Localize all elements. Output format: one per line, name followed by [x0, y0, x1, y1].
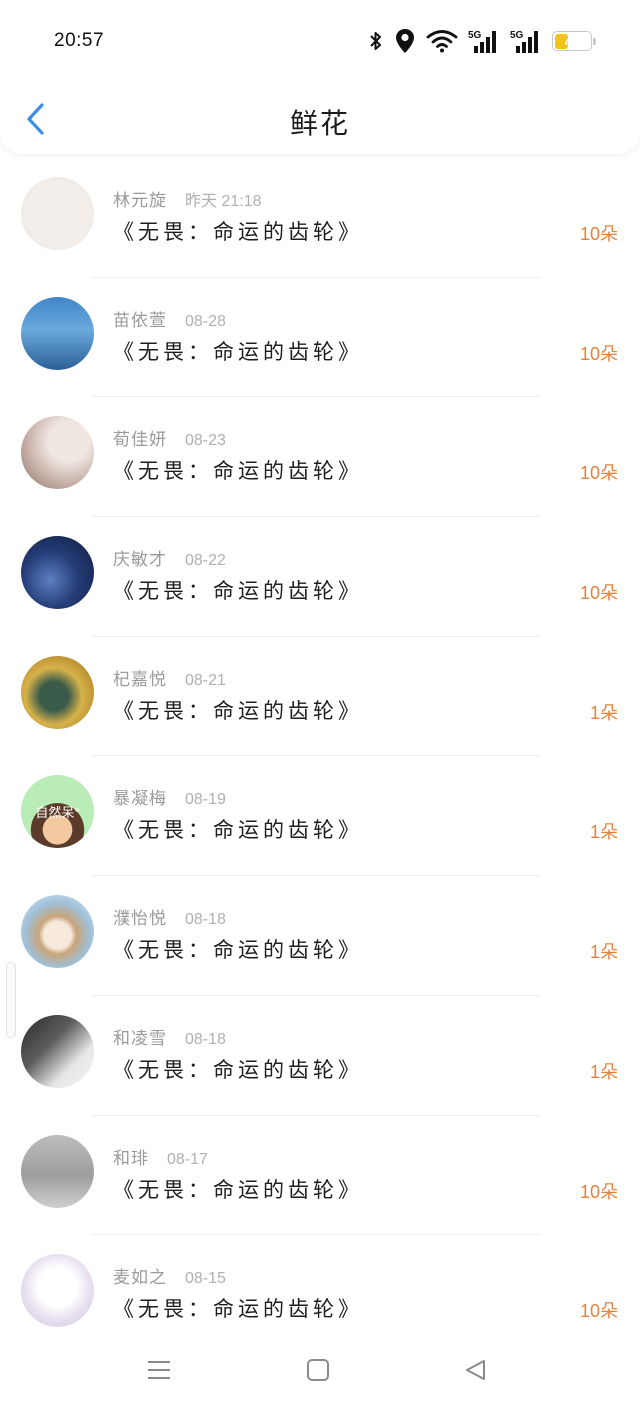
send-time: 08-22 — [185, 552, 226, 570]
send-time: 08-18 — [185, 1030, 226, 1048]
sender-name: 麦如之 — [113, 1268, 167, 1289]
nav-header: 鲜花 — [0, 84, 640, 154]
signal-5g-icon: 5G — [510, 28, 542, 54]
status-time: 20:57 — [54, 30, 105, 51]
flower-count: 1朵 — [589, 1061, 618, 1082]
battery-level: 43 — [564, 33, 580, 49]
flower-count: 1朵 — [589, 822, 618, 843]
meta-line: 和琲 08-17 — [113, 1144, 208, 1169]
send-time: 08-21 — [185, 671, 226, 689]
flower-count: 10朵 — [579, 224, 618, 244]
battery-tip — [593, 38, 596, 45]
meta-line: 暴凝梅 08-19 — [113, 784, 226, 809]
book-title: 《无畏：命运的齿轮》 — [113, 220, 363, 244]
status-bar: 20:57 5G 5G 43 — [0, 0, 640, 84]
send-time: 08-23 — [185, 432, 226, 450]
book-title: 《无畏：命运的齿轮》 — [113, 459, 363, 484]
avatar[interactable] — [21, 1134, 94, 1208]
book-title: 《无畏：命运的齿轮》 — [113, 698, 363, 723]
meta-line: 荀佳妍 08-23 — [113, 425, 226, 450]
send-time: 昨天 21:18 — [185, 193, 262, 210]
list-item[interactable]: 苗依萱 08-28 《无畏：命运的齿轮》 10朵 — [0, 278, 640, 398]
list-item[interactable]: 荀佳妍 08-23 《无畏：命运的齿轮》 10朵 — [0, 397, 640, 518]
list-item[interactable]: 自然呆° 暴凝梅 08-19 《无畏：命运的齿轮》 1朵 — [0, 756, 640, 877]
scrollbar-thumb[interactable] — [6, 962, 16, 1038]
sender-name: 和琲 — [113, 1148, 149, 1169]
list-item[interactable]: 林元旋 昨天 21:18 《无畏：命运的齿轮》 10朵 — [0, 158, 640, 278]
avatar[interactable] — [21, 1254, 94, 1328]
meta-line: 和凌雪 08-18 — [113, 1024, 226, 1049]
list-item[interactable]: 濮怡悦 08-18 《无畏：命运的齿轮》 1朵 — [0, 876, 640, 996]
page-title: 鲜花 — [289, 107, 350, 140]
screen: 20:57 5G 5G 43 鲜花 林元旋 昨天 21:18 《无畏：命运的齿轮… — [0, 0, 640, 1406]
send-time: 08-28 — [185, 312, 226, 330]
book-title: 《无畏：命运的齿轮》 — [113, 818, 363, 843]
flower-count: 10朵 — [579, 463, 618, 484]
flower-count: 10朵 — [579, 1181, 618, 1202]
network-label: 5G — [510, 30, 524, 41]
location-icon — [394, 28, 416, 54]
meta-line: 林元旋 昨天 21:18 — [113, 186, 262, 211]
book-title: 《无畏：命运的齿轮》 — [113, 339, 363, 364]
send-time: 08-17 — [167, 1150, 208, 1168]
network-label: 5G — [468, 30, 482, 41]
book-title: 《无畏：命运的齿轮》 — [113, 1177, 363, 1202]
sender-name: 和凌雪 — [113, 1028, 167, 1049]
signal-5g-icon: 5G — [468, 28, 500, 54]
avatar[interactable] — [21, 416, 94, 490]
status-icons: 5G 5G 43 — [368, 27, 596, 55]
avatar[interactable] — [21, 1014, 94, 1088]
book-title: 《无畏：命运的齿轮》 — [113, 579, 363, 604]
list-item[interactable]: 和凌雪 08-18 《无畏：命运的齿轮》 1朵 — [0, 996, 640, 1116]
send-time: 08-15 — [185, 1270, 226, 1288]
sender-name: 荀佳妍 — [113, 430, 167, 451]
home-button[interactable] — [300, 1352, 336, 1388]
flower-list: 林元旋 昨天 21:18 《无畏：命运的齿轮》 10朵 苗依萱 08-28 《无… — [0, 158, 640, 1355]
avatar[interactable] — [21, 177, 94, 250]
menu-button[interactable] — [141, 1352, 177, 1388]
sender-name: 苗依萱 — [113, 310, 167, 331]
list-item[interactable]: 杞嘉悦 08-21 《无畏：命运的齿轮》 1朵 — [0, 637, 640, 757]
list-item[interactable]: 和琲 08-17 《无畏：命运的齿轮》 10朵 — [0, 1116, 640, 1236]
meta-line: 麦如之 08-15 — [113, 1263, 226, 1288]
sender-name: 杞嘉悦 — [113, 669, 167, 690]
book-title: 《无畏：命运的齿轮》 — [113, 1057, 363, 1082]
avatar[interactable] — [21, 655, 94, 729]
flower-count: 10朵 — [579, 343, 618, 364]
send-time: 08-18 — [185, 911, 226, 929]
battery-icon: 43 — [552, 31, 596, 51]
send-time: 08-19 — [185, 791, 226, 809]
wifi-icon — [426, 29, 458, 53]
avatar[interactable]: 自然呆° — [21, 775, 94, 849]
back-triangle-icon — [466, 1360, 485, 1380]
avatar[interactable] — [21, 895, 94, 969]
bluetooth-icon — [368, 29, 384, 53]
bottom-navigation — [0, 1330, 640, 1406]
flower-count: 1朵 — [589, 942, 618, 963]
book-title: 《无畏：命运的齿轮》 — [113, 938, 363, 963]
sender-name: 庆敏才 — [113, 550, 167, 571]
meta-line: 庆敏才 08-22 — [113, 545, 226, 570]
flower-count: 10朵 — [579, 1301, 618, 1322]
sender-name: 暴凝梅 — [113, 789, 167, 810]
avatar[interactable] — [21, 296, 94, 370]
meta-line: 苗依萱 08-28 — [113, 306, 226, 331]
sender-name: 濮怡悦 — [113, 909, 167, 930]
meta-line: 杞嘉悦 08-21 — [113, 665, 226, 690]
book-title: 《无畏：命运的齿轮》 — [113, 1297, 363, 1322]
back-nav-button[interactable] — [458, 1352, 494, 1388]
sender-name: 林元旋 — [113, 191, 167, 211]
home-square-icon — [307, 1359, 329, 1381]
avatar[interactable] — [21, 536, 94, 610]
flower-count: 10朵 — [579, 583, 618, 604]
menu-icon — [148, 1361, 170, 1379]
list-item[interactable]: 庆敏才 08-22 《无畏：命运的齿轮》 10朵 — [0, 517, 640, 637]
flower-count: 1朵 — [589, 702, 618, 723]
meta-line: 濮怡悦 08-18 — [113, 904, 226, 929]
avatar-label: 自然呆° — [35, 805, 80, 821]
